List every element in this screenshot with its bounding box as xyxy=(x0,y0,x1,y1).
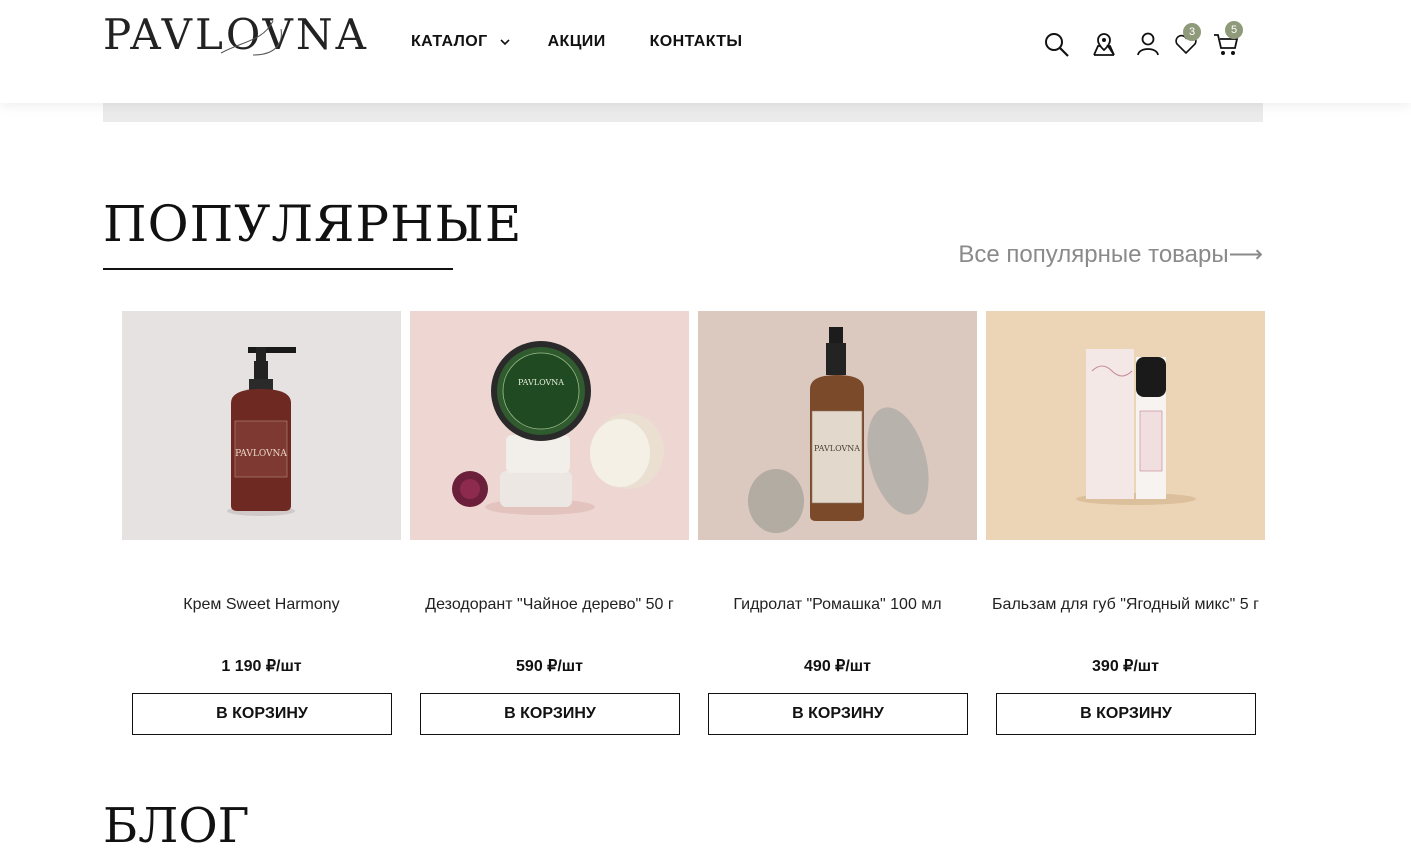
lip-balm-image xyxy=(986,311,1265,540)
product-name[interactable]: Крем Sweet Harmony xyxy=(122,595,401,615)
product-name[interactable]: Дезодорант "Чайное дерево" 50 г xyxy=(410,595,689,615)
nav-catalog[interactable]: КАТАЛОГ xyxy=(411,33,510,51)
main-nav: КАТАЛОГ АКЦИИ КОНТАКТЫ xyxy=(411,33,743,51)
product-name[interactable]: Гидролат "Ромашка" 100 мл xyxy=(698,595,977,615)
product-image[interactable]: PAVLOVNA xyxy=(698,311,977,540)
nav-contacts-label: КОНТАКТЫ xyxy=(649,33,743,50)
product-name[interactable]: Бальзам для губ "Ягодный микс" 5 г xyxy=(986,595,1265,615)
add-to-cart-button[interactable]: В КОРЗИНУ xyxy=(996,693,1256,735)
product-price: 590 ₽/шт xyxy=(516,658,583,675)
logo[interactable]: PAVLOVNA xyxy=(103,11,378,59)
product-card: PAVLOVNA Гидролат "Ромашка" 100 мл 490 ₽… xyxy=(698,311,977,741)
svg-text:PAVLOVNA: PAVLOVNA xyxy=(518,378,564,387)
product-price: 490 ₽/шт xyxy=(804,658,871,675)
product-image[interactable]: PAVLOVNA xyxy=(122,311,401,540)
product-image[interactable]: PAVLOVNA xyxy=(410,311,689,540)
add-to-cart-button[interactable]: В КОРЗИНУ xyxy=(132,693,392,735)
map-pin-icon[interactable] xyxy=(1090,30,1118,58)
product-grid: PAVLOVNA Крем Sweet Harmony 1 190 ₽/шт В… xyxy=(122,311,1265,741)
hydrolat-bottle-image: PAVLOVNA xyxy=(698,311,977,540)
cart[interactable]: 5 xyxy=(1213,21,1243,58)
svg-text:PAVLOVNA: PAVLOVNA xyxy=(235,449,287,459)
product-card: PAVLOVNA Крем Sweet Harmony 1 190 ₽/шт В… xyxy=(122,311,401,741)
product-card: PAVLOVNA Дезодорант "Чайное дерево" 50 г… xyxy=(410,311,689,741)
favorites-count-badge: 3 xyxy=(1183,23,1201,41)
banner-strip xyxy=(103,103,1263,122)
cream-bottle-image: PAVLOVNA xyxy=(122,311,401,540)
user-icon[interactable] xyxy=(1134,30,1162,58)
nav-catalog-label: КАТАЛОГ xyxy=(411,33,488,50)
deodorant-jar-image: PAVLOVNA xyxy=(410,311,689,540)
add-to-cart-button[interactable]: В КОРЗИНУ xyxy=(420,693,680,735)
search-icon[interactable] xyxy=(1043,30,1071,58)
all-popular-link[interactable]: Все популярные товары⟶ xyxy=(958,240,1263,269)
title-underline xyxy=(103,268,453,270)
nav-promotions[interactable]: АКЦИИ xyxy=(548,33,606,51)
chevron-down-icon xyxy=(500,39,510,46)
blog-section-title: БЛОГ xyxy=(103,798,250,854)
nav-contacts[interactable]: КОНТАКТЫ xyxy=(650,33,743,51)
site-header: PAVLOVNA КАТАЛОГ АКЦИИ КОНТАКТЫ 3 5 xyxy=(0,0,1411,103)
product-price: 390 ₽/шт xyxy=(1092,658,1159,675)
product-card: Бальзам для губ "Ягодный микс" 5 г 390 ₽… xyxy=(986,311,1265,741)
favorites[interactable]: 3 xyxy=(1172,23,1201,58)
product-price: 1 190 ₽/шт xyxy=(221,658,302,675)
popular-section-title: ПОПУЛЯРНЫЕ xyxy=(103,195,523,253)
add-to-cart-button[interactable]: В КОРЗИНУ xyxy=(708,693,968,735)
product-image[interactable] xyxy=(986,311,1265,540)
svg-text:PAVLOVNA: PAVLOVNA xyxy=(814,444,860,453)
nav-promotions-label: АКЦИИ xyxy=(547,33,606,50)
logo-leaf-icon xyxy=(220,20,282,56)
cart-count-badge: 5 xyxy=(1225,21,1243,39)
